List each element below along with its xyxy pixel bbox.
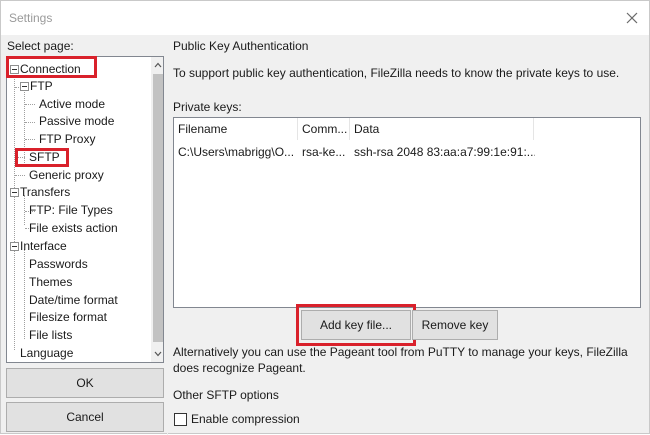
tree-item-passwords[interactable]: Passwords xyxy=(29,256,88,273)
close-button[interactable] xyxy=(619,6,645,30)
tree-item-themes[interactable]: Themes xyxy=(29,274,72,291)
other-options-title: Other SFTP options xyxy=(173,388,279,402)
private-keys-list[interactable]: Filename Comm... Data C:\Users\mabrigg\O… xyxy=(173,117,641,308)
collapse-ftp-icon[interactable] xyxy=(20,82,29,91)
tree-connector xyxy=(25,104,35,105)
pane-divider xyxy=(167,35,168,435)
pageant-note: Alternatively you can use the Pageant to… xyxy=(173,345,628,375)
settings-tree[interactable]: Connection FTP Active mode Passive mode … xyxy=(6,56,164,363)
scroll-up-button[interactable] xyxy=(151,57,163,73)
highlight-add-key-file xyxy=(296,304,416,346)
column-header-data[interactable]: Data xyxy=(350,118,534,140)
tree-item-ftp-proxy[interactable]: FTP Proxy xyxy=(39,131,95,148)
tree-item-filesize-format[interactable]: Filesize format xyxy=(29,309,107,326)
private-keys-label: Private keys: xyxy=(173,100,242,114)
enable-compression-checkbox[interactable] xyxy=(174,413,187,426)
tree-item-language[interactable]: Language xyxy=(20,345,73,362)
window-title: Settings xyxy=(9,11,53,25)
tree-item-ftp-file-types[interactable]: FTP: File Types xyxy=(29,202,113,219)
tree-connector xyxy=(14,70,15,350)
ok-button[interactable]: OK xyxy=(6,368,164,398)
tree-item-date-time-format[interactable]: Date/time format xyxy=(29,292,118,309)
chevron-down-icon xyxy=(154,351,161,357)
remove-key-button[interactable]: Remove key xyxy=(412,310,498,340)
tree-item-ftp[interactable]: FTP xyxy=(30,78,53,95)
tree-connector xyxy=(24,249,25,339)
tree-item-file-lists[interactable]: File lists xyxy=(29,327,72,344)
cancel-button[interactable]: Cancel xyxy=(6,402,164,432)
description-text: To support public key authentication, Fi… xyxy=(173,66,620,80)
select-page-label: Select page: xyxy=(7,39,74,53)
close-icon xyxy=(626,12,638,24)
scroll-down-button[interactable] xyxy=(151,346,163,362)
tree-item-file-exists-action[interactable]: File exists action xyxy=(29,220,118,237)
collapse-interface-icon[interactable] xyxy=(10,242,19,251)
tree-item-generic-proxy[interactable]: Generic proxy xyxy=(29,167,104,184)
cell-filename: C:\Users\mabrigg\O... xyxy=(178,145,295,159)
tree-item-active-mode[interactable]: Active mode xyxy=(39,96,105,113)
tree-scrollbar[interactable] xyxy=(151,57,163,362)
cell-data: ssh-rsa 2048 83:aa:a7:99:1e:91:... xyxy=(354,145,535,159)
tree-connector xyxy=(25,122,35,123)
title-bar: Settings xyxy=(1,1,649,35)
tree-item-interface[interactable]: Interface xyxy=(20,238,67,255)
section-title: Public Key Authentication xyxy=(173,39,309,53)
column-header-comment[interactable]: Comm... xyxy=(298,118,350,140)
tree-connector xyxy=(25,139,35,140)
highlight-connection xyxy=(6,56,97,78)
scroll-thumb[interactable] xyxy=(153,74,163,342)
chevron-up-icon xyxy=(154,62,161,68)
column-header-filename[interactable]: Filename xyxy=(174,118,298,140)
tree-item-transfers[interactable]: Transfers xyxy=(20,184,70,201)
tree-connector xyxy=(15,175,25,176)
collapse-transfers-icon[interactable] xyxy=(10,188,19,197)
highlight-sftp xyxy=(15,148,69,167)
settings-window: Settings Select page: Connection FTP Act… xyxy=(0,0,650,435)
enable-compression-label[interactable]: Enable compression xyxy=(191,412,300,426)
cell-comment: rsa-ke... xyxy=(302,145,346,159)
tree-item-passive-mode[interactable]: Passive mode xyxy=(39,113,114,130)
